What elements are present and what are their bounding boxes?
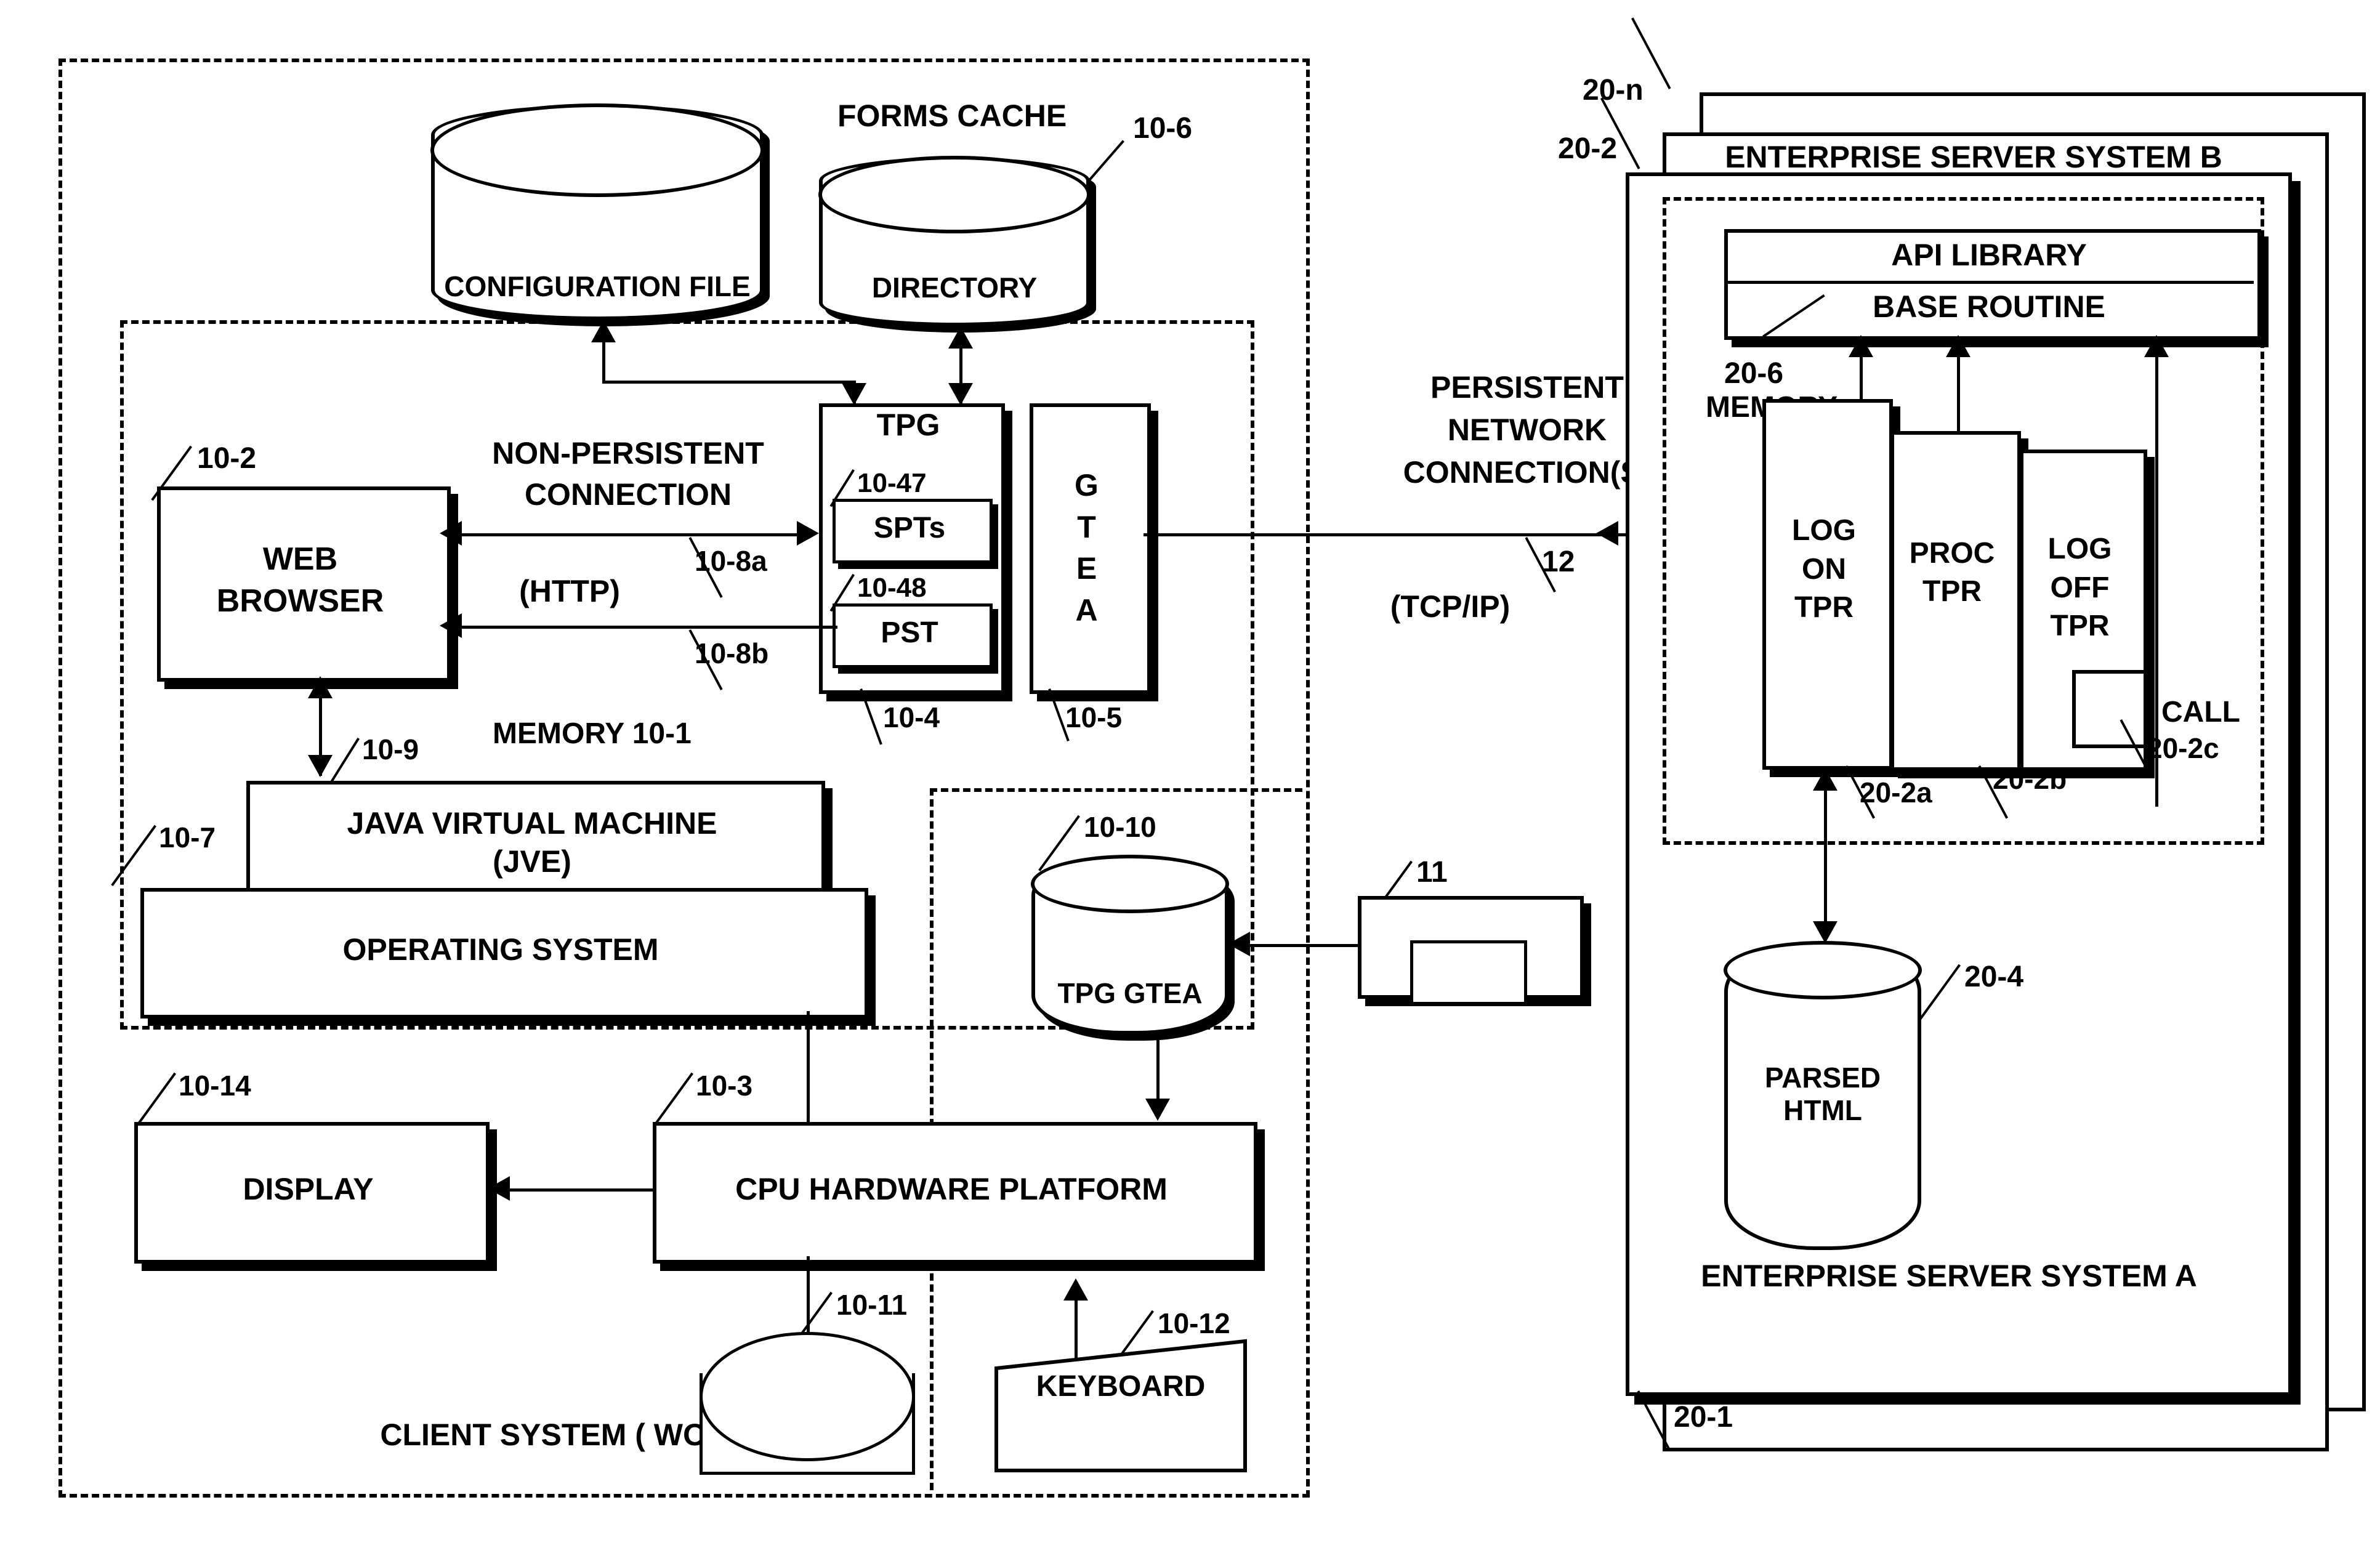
tpr-label-logon: LOG ON TPR bbox=[1792, 514, 1856, 624]
patent-figure: CLIENT SYSTEM ( WORKSTATION ) MEMORY 10-… bbox=[0, 0, 2380, 1545]
api-library-label: API LIBRARY bbox=[1891, 238, 2087, 272]
arrow-directory-up bbox=[948, 326, 973, 349]
arrow-browser-up bbox=[308, 676, 333, 698]
arrow-tpr-c-api bbox=[2144, 335, 2169, 357]
arrow-network-left bbox=[1596, 521, 1618, 546]
media-ref: 11 bbox=[1416, 856, 1448, 889]
mouse-ellipse-icon bbox=[700, 1332, 915, 1461]
http-label: (HTTP) bbox=[519, 574, 620, 608]
line-media-to-disk bbox=[1250, 944, 1361, 947]
line-tpr-parsedhtml bbox=[1824, 789, 1827, 931]
tpg-gtea-disk-label: TPG GTEA bbox=[1057, 977, 1203, 1009]
ref-20-2c: 20-2c bbox=[2147, 732, 2219, 764]
arrow-10-8a-right bbox=[797, 521, 819, 546]
tpg-ref: 10-4 bbox=[883, 701, 940, 733]
tpr-label-logoff: LOG OFF TPR bbox=[2047, 533, 2112, 643]
cpu-ref: 10-3 bbox=[696, 1070, 753, 1102]
arrow-cpu-display bbox=[488, 1176, 510, 1201]
cpu-hardware-platform-label: CPU HARDWARE PLATFORM bbox=[735, 1172, 1168, 1206]
parsed-html-disk: PARSED HTML bbox=[1724, 941, 1922, 1250]
gtea-ref: 10-5 bbox=[1065, 701, 1123, 733]
gtea-label: G T E A bbox=[1075, 468, 1099, 627]
enterprise-server-b-title: ENTERPRISE SERVER SYSTEM B bbox=[1725, 140, 2222, 174]
line-config-across bbox=[602, 381, 855, 384]
arrow-cpu-down bbox=[1145, 1099, 1170, 1121]
arrow-tpr-a-api bbox=[1849, 335, 1873, 357]
line-10-8a bbox=[462, 533, 807, 536]
client-memory-caption: MEMORY 10-1 bbox=[493, 717, 692, 750]
ref-20-2b: 20-2b bbox=[1993, 763, 2067, 795]
enterprise-server-a-caption: ENTERPRISE SERVER SYSTEM A bbox=[1701, 1259, 2197, 1293]
jvm-ref: 10-9 bbox=[362, 733, 419, 765]
tpg-gtea-disk-ref: 10-10 bbox=[1084, 811, 1156, 843]
tpg-gtea-disk: TPG GTEA bbox=[1031, 855, 1229, 1035]
jvm-label: JAVA VIRTUAL MACHINE (JVE) bbox=[347, 805, 717, 879]
ref-20-6: 20-6 bbox=[1724, 357, 1784, 390]
ref-20-4: 20-4 bbox=[1964, 961, 2024, 993]
arrow-10-8b-left bbox=[440, 613, 462, 638]
media-shutter-icon bbox=[1410, 940, 1527, 1002]
web-browser-ref: 10-2 bbox=[197, 442, 257, 475]
ref-10-8a: 10-8a bbox=[695, 545, 767, 577]
keyboard-label: KEYBOARD bbox=[1036, 1370, 1206, 1403]
tpg-title: TPG bbox=[876, 408, 940, 442]
display-label: DISPLAY bbox=[243, 1172, 374, 1206]
web-browser-label: WEB BROWSER bbox=[216, 541, 384, 619]
arrow-into-tpg-a bbox=[842, 383, 866, 405]
spts-ref: 10-47 bbox=[857, 468, 927, 498]
line-10-8b bbox=[462, 626, 837, 629]
configuration-file-label: CONFIGURATION FILE bbox=[444, 270, 751, 303]
arrow-config-file-up bbox=[591, 320, 616, 342]
network-protocol-label: (TCP/IP) bbox=[1390, 589, 1511, 624]
arrow-media-to-disk bbox=[1228, 932, 1250, 956]
operating-system-label: OPERATING SYSTEM bbox=[342, 932, 659, 967]
forms-cache-directory-disk: DIRECTORY bbox=[818, 156, 1091, 326]
tpr-label-proc: PROC TPR bbox=[1909, 536, 1995, 608]
directory-label: DIRECTORY bbox=[871, 272, 1038, 304]
pst-label: PST bbox=[881, 616, 938, 649]
mouse-ref: 10-11 bbox=[836, 1289, 908, 1321]
arrow-tpr-b-api bbox=[1946, 335, 1971, 357]
forms-cache-ref: 10-6 bbox=[1133, 112, 1193, 145]
display-ref: 10-14 bbox=[179, 1070, 251, 1102]
ref-20-2: 20-2 bbox=[1558, 132, 1618, 165]
line-network bbox=[1144, 533, 1618, 536]
line-cpu-display bbox=[510, 1188, 655, 1192]
arrow-parsedhtml-up bbox=[1813, 768, 1837, 791]
forms-cache-title: FORMS CACHE bbox=[837, 99, 1067, 133]
parsed-html-label: PARSED HTML bbox=[1764, 1062, 1881, 1127]
arrow-10-8a-left bbox=[440, 521, 462, 546]
keyboard-ref: 10-12 bbox=[1158, 1307, 1230, 1339]
pst-ref: 10-48 bbox=[857, 573, 927, 603]
base-routine-label: BASE ROUTINE bbox=[1873, 289, 2105, 324]
network-ref: 12 bbox=[1542, 546, 1575, 578]
ref-20-n: 20-n bbox=[1583, 74, 1644, 107]
arrow-into-tpg-b bbox=[948, 383, 973, 405]
ref-20-2a: 20-2a bbox=[1860, 777, 1932, 809]
os-ref: 10-7 bbox=[159, 821, 216, 853]
call-stub-box bbox=[2072, 670, 2147, 748]
line-config-up bbox=[602, 342, 605, 382]
arrow-parsedhtml-down bbox=[1813, 921, 1837, 943]
ref-10-8b: 10-8b bbox=[695, 637, 769, 669]
line-os-cpu bbox=[807, 1011, 810, 1123]
arrow-jvm-down bbox=[308, 755, 333, 777]
call-label: CALL bbox=[2161, 696, 2240, 728]
configuration-file-disk: CONFIGURATION FILE bbox=[430, 103, 764, 320]
non-persistent-connection-label: NON-PERSISTENT CONNECTION bbox=[492, 435, 764, 512]
arrow-keyboard-up bbox=[1063, 1278, 1088, 1301]
client-io-boundary-top bbox=[930, 788, 1302, 792]
spts-label: SPTs bbox=[873, 511, 946, 544]
ref-20-1: 20-1 bbox=[1674, 1401, 1733, 1434]
